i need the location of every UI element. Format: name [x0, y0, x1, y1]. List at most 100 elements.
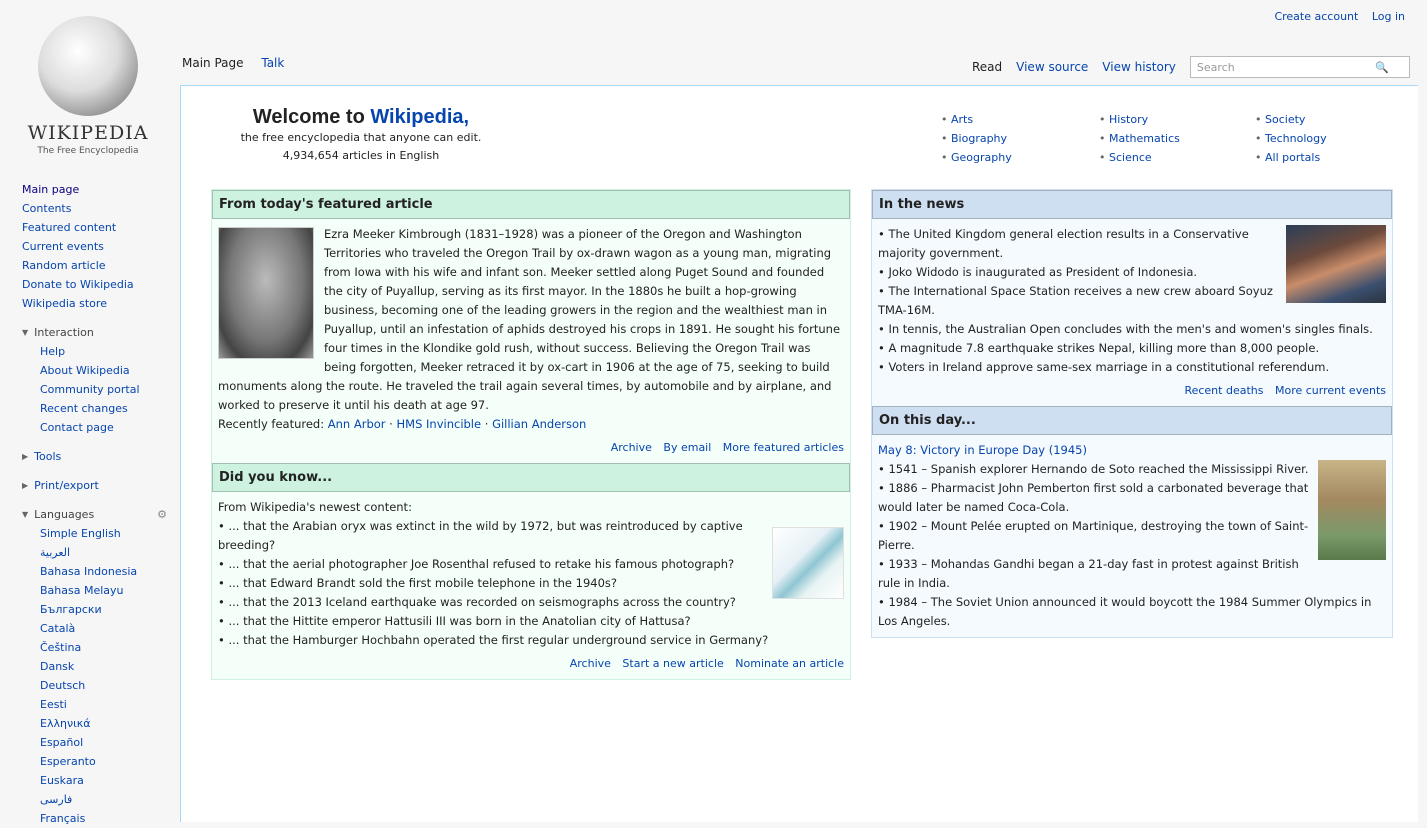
portal-link[interactable]: Science: [1099, 148, 1180, 167]
portal-link[interactable]: Technology: [1255, 129, 1327, 148]
tab-view-source[interactable]: View source: [1016, 60, 1088, 74]
portal-link[interactable]: Mathematics: [1099, 129, 1180, 148]
more-events-link[interactable]: More current events: [1275, 384, 1386, 397]
language-link[interactable]: Français: [22, 809, 167, 828]
language-link[interactable]: Bahasa Melayu: [22, 581, 167, 600]
portal-link[interactable]: Geography: [941, 148, 1012, 167]
language-link[interactable]: Simple English: [22, 524, 167, 543]
right-column: In the news The United Kingdom general e…: [871, 189, 1393, 638]
sidebar-item-contents[interactable]: Contents: [22, 199, 167, 218]
news-footer: Recent deaths More current events: [878, 381, 1386, 400]
dyk-map-image[interactable]: [772, 527, 844, 599]
search-icon[interactable]: 🔍: [1375, 61, 1389, 74]
puzzle-globe-icon: [38, 16, 138, 116]
main-content: Welcome to Wikipedia, the free encyclope…: [180, 85, 1418, 822]
tab-read[interactable]: Read: [972, 60, 1002, 74]
more-featured-link[interactable]: More featured articles: [723, 441, 844, 454]
sidebar-tools-heading[interactable]: ▶ Tools: [22, 447, 167, 466]
wikipedia-link[interactable]: Wikipedia,: [370, 106, 469, 128]
sidebar-languages-list: Simple English العربية Bahasa Indonesia …: [22, 524, 167, 828]
list-item: ... that Edward Brandt sold the first mo…: [218, 574, 844, 593]
login-link[interactable]: Log in: [1372, 10, 1405, 23]
sidebar-item-about[interactable]: About Wikipedia: [22, 361, 167, 380]
otd-date[interactable]: May 8: Victory in Europe Day (1945): [878, 441, 1386, 460]
tab-main-page[interactable]: Main Page: [182, 56, 244, 70]
sidebar-item-help[interactable]: Help: [22, 342, 167, 361]
triangle-down-icon: ▼: [22, 328, 29, 337]
sidebar-item-main-page[interactable]: Main page: [22, 180, 167, 199]
otd-list: 1541 – Spanish explorer Hernando de Soto…: [878, 460, 1386, 631]
news-photo-image[interactable]: [1286, 225, 1386, 303]
sidebar-item-community-portal[interactable]: Community portal: [22, 380, 167, 399]
search-input[interactable]: Search 🔍: [1189, 56, 1410, 78]
sidebar-item-current-events[interactable]: Current events: [22, 237, 167, 256]
print-heading-label: Print/export: [34, 479, 99, 492]
create-account-link[interactable]: Create account: [1274, 10, 1358, 23]
on-this-day-body: May 8: Victory in Europe Day (1945) 1541…: [872, 435, 1392, 637]
recent-link[interactable]: Gillian Anderson: [492, 417, 586, 431]
featured-footer: Archive By email More featured articles: [218, 438, 844, 457]
language-link[interactable]: Eesti: [22, 695, 167, 714]
in-the-news-body: The United Kingdom general election resu…: [872, 219, 1392, 406]
sidebar-item-recent-changes[interactable]: Recent changes: [22, 399, 167, 418]
featured-portrait-image[interactable]: [218, 227, 314, 359]
sidebar-item-store[interactable]: Wikipedia store: [22, 294, 167, 313]
language-link[interactable]: Català: [22, 619, 167, 638]
sidebar-item-featured-content[interactable]: Featured content: [22, 218, 167, 237]
portal-link[interactable]: Biography: [941, 129, 1012, 148]
portal-link[interactable]: All portals: [1255, 148, 1327, 167]
did-you-know-body: From Wikipedia's newest content: ... tha…: [212, 492, 850, 679]
new-article-link[interactable]: Start a new article: [622, 657, 723, 670]
list-item: 1902 – Mount Pelée erupted on Martinique…: [878, 517, 1386, 555]
in-the-news-heading: In the news: [872, 190, 1392, 219]
list-item: 1984 – The Soviet Union announced it wou…: [878, 593, 1386, 631]
archive-link[interactable]: Archive: [611, 441, 652, 454]
welcome-title: Welcome to Wikipedia,: [231, 106, 491, 129]
sidebar-item-contact[interactable]: Contact page: [22, 418, 167, 437]
language-link[interactable]: Български: [22, 600, 167, 619]
language-link[interactable]: Dansk: [22, 657, 167, 676]
language-link[interactable]: Bahasa Indonesia: [22, 562, 167, 581]
recent-deaths-link[interactable]: Recent deaths: [1184, 384, 1263, 397]
language-link[interactable]: Esperanto: [22, 752, 167, 771]
portal-column: Society Technology All portals: [1255, 110, 1327, 167]
sidebar-item-random-article[interactable]: Random article: [22, 256, 167, 275]
wikipedia-logo[interactable]: WIKIPEDIA The Free Encyclopedia: [18, 10, 158, 160]
triangle-right-icon: ▶: [22, 481, 29, 490]
list-item: In tennis, the Australian Open concludes…: [878, 320, 1386, 339]
language-link[interactable]: Čeština: [22, 638, 167, 657]
portal-link[interactable]: History: [1099, 110, 1180, 129]
language-link[interactable]: Ελληνικά: [22, 714, 167, 733]
languages-heading-label: Languages: [34, 508, 95, 521]
namespace-tabs: Main Page Talk: [182, 56, 298, 70]
nominate-link[interactable]: Nominate an article: [735, 657, 844, 670]
recently-featured-label: Recently featured:: [218, 417, 325, 431]
list-item: 1886 – Pharmacist John Pemberton first s…: [878, 479, 1386, 517]
sidebar-languages-heading[interactable]: ▼ Languages ⚙: [22, 505, 167, 524]
language-link[interactable]: فارسی: [22, 790, 167, 809]
language-link[interactable]: العربية: [22, 543, 167, 562]
portal-column: Arts Biography Geography: [941, 110, 1012, 167]
otd-photo-image[interactable]: [1318, 460, 1386, 560]
portal-link[interactable]: Society: [1255, 110, 1327, 129]
language-link[interactable]: Español: [22, 733, 167, 752]
sidebar-print-heading[interactable]: ▶ Print/export: [22, 476, 167, 495]
recent-link[interactable]: HMS Invincible: [397, 417, 482, 431]
tab-view-history[interactable]: View history: [1102, 60, 1176, 74]
tools-heading-label: Tools: [34, 450, 62, 463]
sidebar-interaction-heading[interactable]: ▼ Interaction: [22, 323, 167, 342]
tab-talk[interactable]: Talk: [261, 56, 284, 70]
archive-link[interactable]: Archive: [570, 657, 611, 670]
sidebar-item-donate[interactable]: Donate to Wikipedia: [22, 275, 167, 294]
list-item: ... that the 2013 Iceland earthquake was…: [218, 593, 844, 612]
by-email-link[interactable]: By email: [663, 441, 711, 454]
welcome-banner: Welcome to Wikipedia, the free encyclope…: [231, 106, 491, 165]
recent-link[interactable]: Ann Arbor: [328, 417, 386, 431]
welcome-title-text: Welcome to: [252, 106, 365, 128]
portal-link[interactable]: Arts: [941, 110, 1012, 129]
language-link[interactable]: Euskara: [22, 771, 167, 790]
gear-icon[interactable]: ⚙: [157, 505, 167, 524]
list-item: A magnitude 7.8 earthquake strikes Nepal…: [878, 339, 1386, 358]
welcome-subtitle: the free encyclopedia that anyone can ed…: [240, 131, 482, 144]
language-link[interactable]: Deutsch: [22, 676, 167, 695]
